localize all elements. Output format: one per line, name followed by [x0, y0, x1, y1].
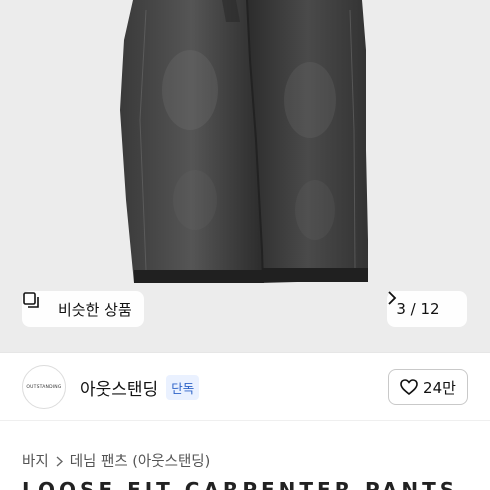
breadcrumb: 바지 데님 팬츠 (아웃스탠딩) — [22, 450, 210, 471]
image-pager[interactable]: 3 / 12 — [387, 291, 467, 327]
exclusive-badge: 단독 — [166, 374, 200, 400]
pager-count: 3 / 12 — [396, 300, 440, 318]
similar-items-button[interactable]: 비슷한 상품 — [22, 291, 144, 327]
product-title: LOOSE FIT CARPENTER PANTS BLACK — [22, 481, 468, 490]
shop-avatar[interactable]: OUTSTANDING — [22, 365, 66, 409]
divider — [0, 352, 490, 353]
like-button[interactable]: 24만 — [388, 369, 468, 405]
shop-row: OUTSTANDING 아웃스탠딩 단독 24만 — [22, 364, 468, 410]
shop-name[interactable]: 아웃스탠딩 — [80, 375, 158, 400]
breadcrumb-item-pants[interactable]: 바지 — [22, 450, 49, 471]
chevron-right-icon — [56, 455, 63, 467]
product-image[interactable]: 비슷한 상품 3 / 12 — [0, 0, 490, 352]
similar-items-label: 비슷한 상품 — [58, 300, 132, 319]
section-divider — [0, 420, 490, 421]
similar-items-icon — [23, 292, 52, 318]
product-title-text: LOOSE FIT CARPENTER PANTS BLACK — [22, 481, 468, 490]
shop-logo-text: OUTSTANDING — [26, 384, 62, 390]
chevron-right-icon — [388, 291, 458, 316]
breadcrumb-item-denim[interactable]: 데님 팬츠 (아웃스탠딩) — [70, 450, 211, 471]
heart-outline-icon — [400, 379, 418, 396]
like-count: 24만 — [423, 378, 456, 397]
